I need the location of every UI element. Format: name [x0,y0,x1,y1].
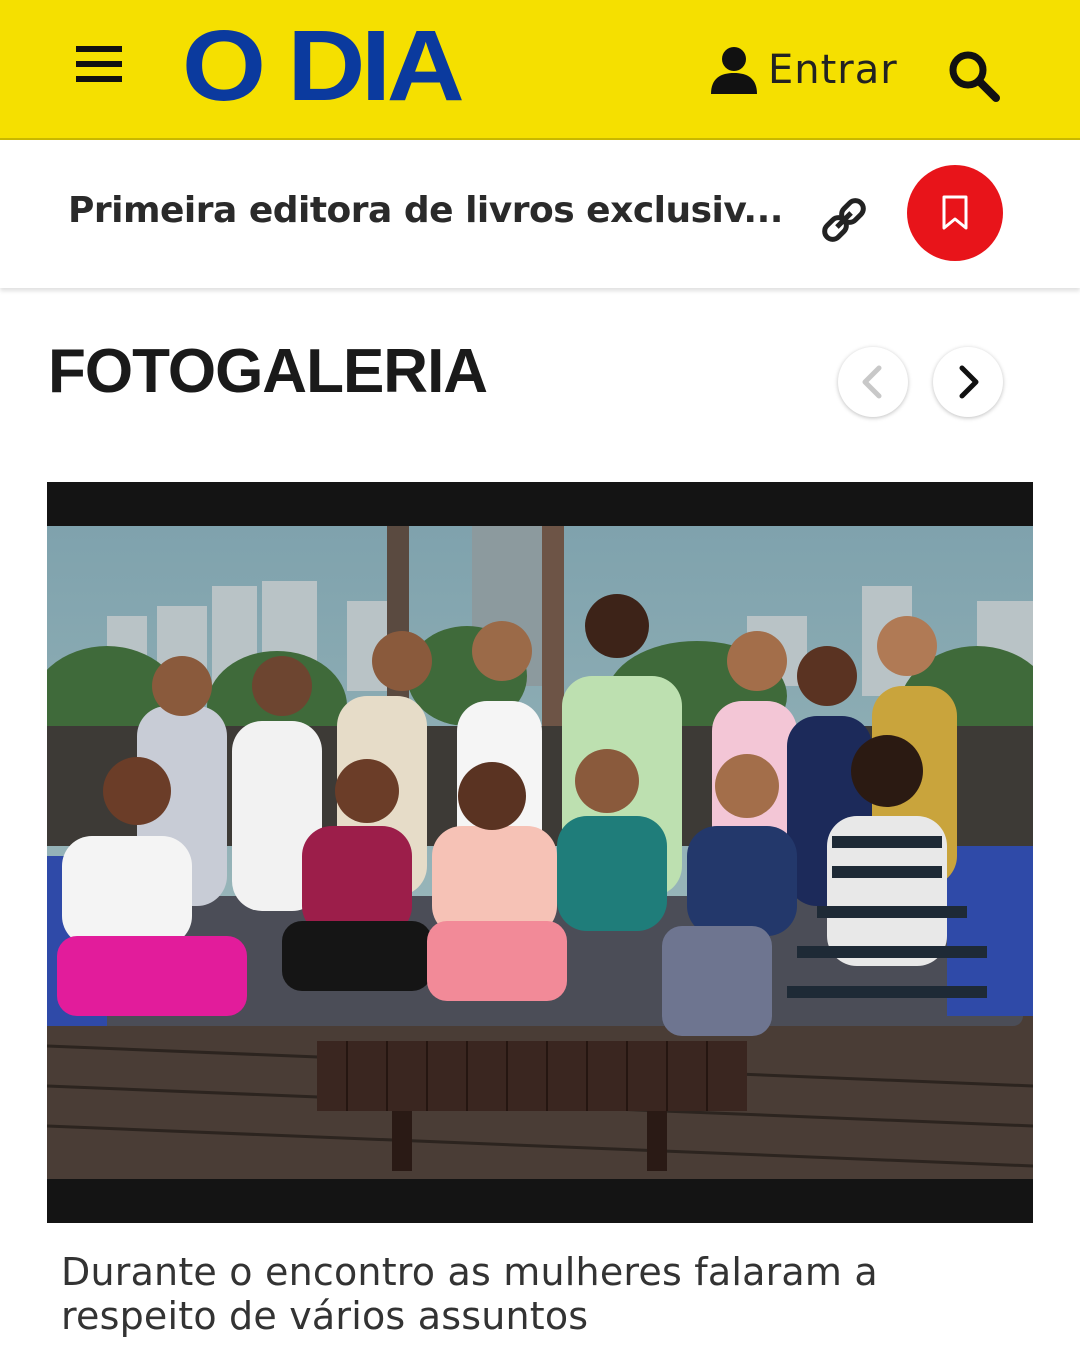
bookmark-icon [942,195,968,230]
article-title[interactable]: Primeira editora de livros exclusiv... [68,190,783,231]
site-logo[interactable]: O DIA [182,16,465,116]
section-title: FOTOGALERIA [48,337,488,406]
group-photo [47,526,1033,1179]
next-button[interactable] [933,347,1003,417]
gallery-photo-frame[interactable] [47,482,1033,1223]
chevron-right-icon [959,365,979,399]
article-bar: Primeira editora de livros exclusiv... [0,140,1080,288]
user-icon [711,47,757,94]
photo-caption: Durante o encontro as mulheres falaram a… [61,1250,878,1338]
bookmark-button[interactable] [907,165,1003,261]
site-header: O DIA Entrar [0,0,1080,140]
login-button[interactable]: Entrar [708,40,898,100]
search-icon[interactable] [946,48,1002,104]
chevron-left-icon [862,365,882,399]
link-icon[interactable] [816,192,872,248]
previous-button[interactable] [838,347,908,417]
menu-icon[interactable] [76,46,122,82]
login-label: Entrar [768,47,898,93]
